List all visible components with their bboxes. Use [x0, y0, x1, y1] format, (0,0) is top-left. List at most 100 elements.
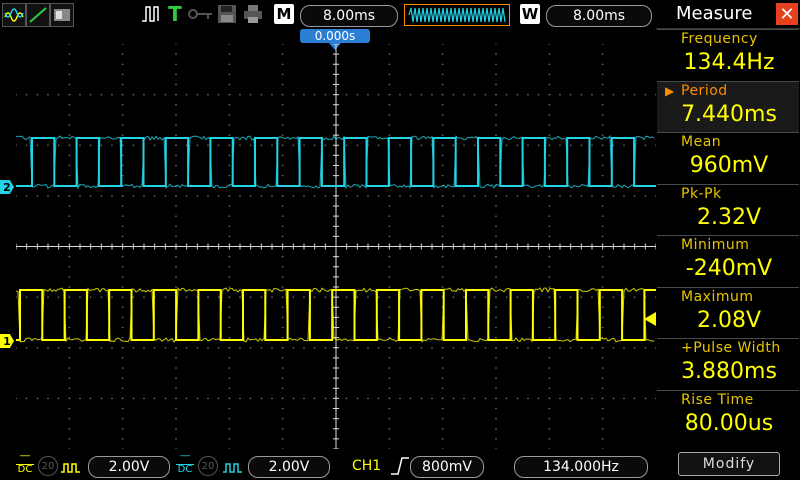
- grid-dot: [602, 114, 604, 116]
- ch1-bw-limit-icon[interactable]: 20: [38, 456, 58, 476]
- grid-dot: [506, 398, 508, 400]
- measure-item[interactable]: Frequency 134.4Hz: [657, 29, 799, 81]
- grid-dot: [389, 84, 391, 86]
- grid-dot: [570, 94, 572, 96]
- grid-dot: [442, 428, 444, 430]
- grid-dot: [442, 53, 444, 55]
- grid-dot: [378, 144, 380, 146]
- measure-item[interactable]: Minimum -240mV: [657, 235, 799, 287]
- persistence-icon[interactable]: [50, 3, 74, 27]
- grid-dot: [442, 357, 444, 359]
- grid-dot: [389, 256, 391, 258]
- grid-dot: [197, 398, 199, 400]
- grid-dot: [602, 165, 604, 167]
- measure-item[interactable]: ▶ Period 7.440ms: [657, 81, 799, 133]
- ch2-scale-readout[interactable]: 2.00V: [248, 456, 330, 478]
- grid-dot: [175, 408, 177, 410]
- edge-trigger-icon[interactable]: [140, 3, 162, 25]
- grid-dot: [122, 387, 124, 389]
- grid-dot: [346, 296, 348, 298]
- grid-dot: [69, 205, 71, 207]
- grid-dot: [645, 195, 647, 197]
- window-timebase-mode-icon[interactable]: W: [520, 4, 540, 24]
- grid-dot: [175, 438, 177, 440]
- grid-dot: [442, 236, 444, 238]
- ch2-ground-marker[interactable]: 2: [0, 180, 14, 194]
- save-disk-icon[interactable]: [216, 3, 238, 25]
- grid-dot: [165, 94, 167, 96]
- measure-item[interactable]: Mean 960mV: [657, 132, 799, 184]
- grid-dot: [549, 53, 551, 55]
- grid-dot: [111, 195, 113, 197]
- measure-item[interactable]: Rise Time 80.00us: [657, 390, 799, 442]
- grid-dot: [549, 438, 551, 440]
- ch1-coupling-badge[interactable]: ‾‾ DC: [16, 456, 34, 474]
- ch1-ground-marker[interactable]: 1: [0, 334, 14, 348]
- grid-dot: [389, 438, 391, 440]
- grid-dot: [175, 367, 177, 369]
- grid-dot: [282, 266, 284, 268]
- waveform-display-icon[interactable]: [2, 3, 26, 27]
- trigger-source-label[interactable]: CH1: [352, 458, 381, 474]
- grid-dot: [389, 44, 391, 45]
- grid-dot: [346, 347, 348, 349]
- grid-dot: [357, 296, 359, 298]
- grid-dot: [495, 104, 497, 106]
- grid-dot: [175, 94, 177, 96]
- grid-dot: [613, 94, 615, 96]
- grid-dot: [367, 296, 369, 298]
- grid-dot: [549, 408, 551, 410]
- grid-dot: [602, 256, 604, 258]
- grid-dot: [485, 94, 487, 96]
- grid-dot: [442, 448, 444, 449]
- close-icon[interactable]: ✕: [776, 3, 798, 25]
- grid-dot: [122, 296, 124, 298]
- grid-dot: [549, 63, 551, 65]
- grid-dot: [229, 438, 231, 440]
- ch2-coupling-badge[interactable]: ‾‾ DC: [176, 456, 194, 474]
- trigger-level-readout[interactable]: 800mV: [410, 456, 484, 478]
- grid-dot: [58, 144, 60, 146]
- ch1-scale-readout[interactable]: 2.00V: [88, 456, 170, 478]
- grid-dot: [282, 63, 284, 65]
- measure-item[interactable]: Pk-Pk 2.32V: [657, 184, 799, 236]
- grid-dot: [122, 124, 124, 126]
- grid-dot: [357, 144, 359, 146]
- grid-dot: [229, 215, 231, 217]
- grid-dot: [495, 296, 497, 298]
- grid-dot: [495, 387, 497, 389]
- grid-dot: [175, 276, 177, 278]
- grid-dot: [186, 296, 188, 298]
- grid-dot: [495, 408, 497, 410]
- grid-dot: [229, 74, 231, 76]
- grid-dot: [495, 337, 497, 339]
- grid-dot: [527, 144, 529, 146]
- printer-icon[interactable]: [242, 3, 264, 25]
- ch2-bw-limit-icon[interactable]: 20: [198, 456, 218, 476]
- grid-dot: [421, 347, 423, 349]
- measure-item-value: 80.00us: [657, 411, 800, 441]
- grid-dot: [69, 448, 71, 449]
- grid-dot: [495, 357, 497, 359]
- grid-dot: [357, 195, 359, 197]
- trigger-level-marker[interactable]: [644, 312, 656, 326]
- grid-dot: [282, 134, 284, 136]
- measure-item[interactable]: Maximum 2.08V: [657, 287, 799, 339]
- grid-dot: [79, 94, 81, 96]
- grid-dot: [495, 124, 497, 126]
- modify-button[interactable]: Modify: [678, 452, 780, 476]
- vectors-icon[interactable]: [26, 3, 50, 27]
- grid-dot: [495, 398, 497, 400]
- grid-dot: [421, 195, 423, 197]
- trigger-position-marker[interactable]: 0.000s: [300, 29, 370, 43]
- grid-dot: [122, 398, 124, 400]
- main-timebase-mode-icon[interactable]: M: [274, 4, 294, 24]
- grid-dot: [271, 398, 273, 400]
- grid-dot: [389, 418, 391, 420]
- grid-dot: [37, 296, 39, 298]
- main-timebase-readout[interactable]: 8.00ms: [300, 5, 398, 27]
- grid-dot: [26, 144, 28, 146]
- measure-item[interactable]: +Pulse Width 3.880ms: [657, 338, 799, 390]
- measure-item-label: Rise Time: [657, 392, 800, 410]
- window-timebase-readout[interactable]: 8.00ms: [546, 5, 652, 27]
